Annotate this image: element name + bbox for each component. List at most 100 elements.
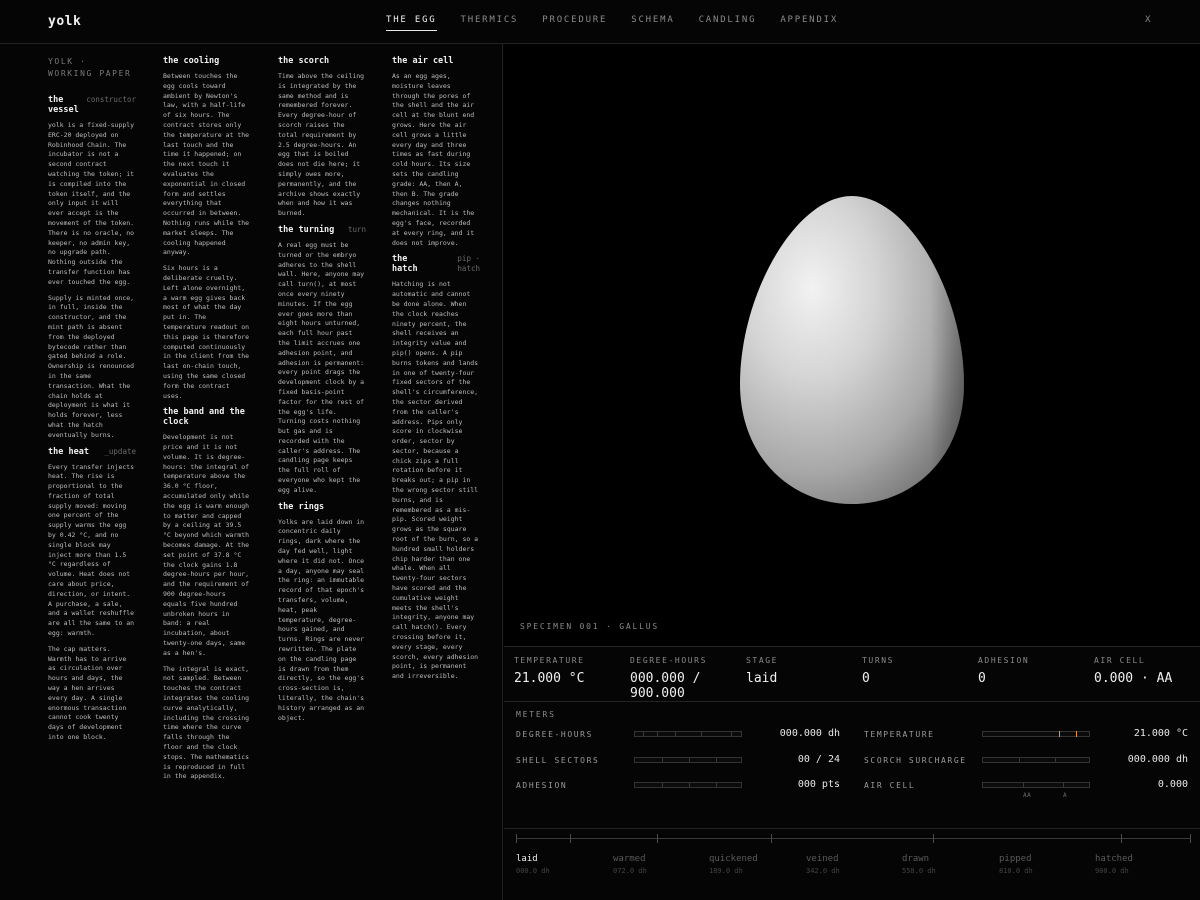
timeline-stage-warmed[interactable]: warmed 072.0 dh <box>613 853 647 877</box>
meter-label-air-cell: AIR CELL <box>864 781 916 790</box>
section-heat: the heat _update Every transfer injects h… <box>48 447 136 743</box>
paper-column-1: YOLK · WORKING PAPER the vessel construct… <box>48 56 136 749</box>
readout-value: 000.000 / 900.000 <box>630 671 701 701</box>
section-hatch: the hatch pip · hatch Hatching is not aut… <box>392 254 480 682</box>
section-band-and-clock: the band and the clock Development is no… <box>163 407 251 782</box>
readout-value: 0 <box>862 671 870 686</box>
close-button[interactable]: X <box>1145 15 1150 25</box>
section-title: the rings <box>278 501 325 512</box>
timeline-stage-threshold: 810.0 dh <box>999 867 1033 875</box>
paragraph: Between touches the egg cools toward amb… <box>163 72 250 257</box>
degree-hours-meter <box>634 731 742 737</box>
section-title: the air cell <box>392 56 454 66</box>
readout-label: TURNS <box>862 656 895 665</box>
section-tag: turn <box>347 224 366 234</box>
readout-stage: STAGE laid <box>746 656 862 686</box>
paragraph: The integral is exact, not sampled. Betw… <box>163 664 250 781</box>
timeline-stage-veined[interactable]: veined 342.0 dh <box>806 853 840 877</box>
egg-rim-shadow <box>740 196 964 504</box>
timeline-stage-drawn[interactable]: drawn 558.0 dh <box>902 853 936 877</box>
readout-label: TEMPERATURE <box>514 656 585 665</box>
timeline-stage-name: veined <box>806 854 839 864</box>
paragraph: Yolks are laid down in concentric daily … <box>278 517 365 722</box>
section-scorch: the scorch Time above the ceiling is int… <box>278 56 366 219</box>
paragraph: Hatching is not automatic and cannot be … <box>392 280 479 681</box>
temperature-meter <box>982 731 1090 737</box>
readout-value: 0.000 · AA <box>1094 671 1173 686</box>
stage-timeline: laid 000.0 dh warmed 072.0 dh quickened … <box>504 828 1200 900</box>
timeline-stage-threshold: 558.0 dh <box>902 867 936 875</box>
section-title: the hatch <box>392 254 418 275</box>
egg-stage: SPECIMEN 001 · GALLUS <box>504 44 1200 646</box>
paragraph: Time above the ceiling is integrated by … <box>278 72 365 218</box>
meters-panel: METERS DEGREE-HOURS 000.000 dh SHELL SEC… <box>504 702 1200 828</box>
meter-value-temperature: 21.000 °C <box>1133 728 1188 739</box>
meters-title: METERS <box>516 710 556 719</box>
meter-tick <box>662 783 663 787</box>
timeline-tick-drawn <box>933 834 934 843</box>
timeline-stage-name: drawn <box>902 854 930 864</box>
section-title: the vessel <box>48 95 79 115</box>
temperature-band-floor-marker <box>1059 731 1060 737</box>
timeline-stage-name: warmed <box>613 854 646 864</box>
nav-the-egg[interactable]: THE EGG <box>386 15 437 31</box>
specimen-label: SPECIMEN 001 · GALLUS <box>520 622 659 631</box>
section-rings: the rings Yolks are laid down in concent… <box>278 502 366 724</box>
section-title: the heat <box>48 446 89 457</box>
readout-degree-hours: DEGREE-HOURS 000.000 / 900.000 <box>630 656 746 701</box>
readout-air-cell: AIR CELL 0.000 · AA <box>1094 656 1200 686</box>
paragraph: As an egg ages, moisture leaves through … <box>392 72 475 247</box>
timeline-stage-threshold: 189.0 dh <box>709 867 743 875</box>
readout-value: laid <box>746 671 778 686</box>
paper-kicker: YOLK · WORKING PAPER <box>48 57 132 78</box>
section-vessel: the vessel constructor yolk is a fixed-su… <box>48 95 136 441</box>
meter-tick <box>701 732 702 736</box>
meter-label-shell-sectors: SHELL SECTORS <box>516 756 600 765</box>
section-turning: the turning turn A real egg must be turne… <box>278 225 366 496</box>
meter-tick <box>657 732 658 736</box>
meter-tick <box>716 758 717 762</box>
nav-appendix[interactable]: APPENDIX <box>780 15 838 31</box>
shell-sectors-meter <box>634 757 742 763</box>
readout-adhesion: ADHESION 0 <box>978 656 1094 686</box>
paragraph: A real egg must be turned or the embryo … <box>278 240 365 494</box>
timeline-stage-threshold: 072.0 dh <box>613 867 647 875</box>
brand-logo[interactable]: yolk <box>48 14 81 29</box>
readout-label: AIR CELL <box>1094 656 1146 665</box>
timeline-stage-hatched[interactable]: hatched 900.0 dh <box>1095 853 1133 877</box>
meter-tick <box>675 732 676 736</box>
egg-render[interactable] <box>740 194 964 506</box>
section-cooling: the cooling Between touches the egg cool… <box>163 56 251 401</box>
meter-tick <box>689 758 690 762</box>
meter-value-air-cell: 0.000 <box>1157 779 1188 790</box>
section-title: the cooling <box>163 56 220 66</box>
timeline-stage-quickened[interactable]: quickened 189.0 dh <box>709 853 758 877</box>
meter-tick <box>689 783 690 787</box>
meter-tick <box>1019 758 1020 762</box>
timeline-stage-name: pipped <box>999 854 1032 864</box>
nav-schema[interactable]: SCHEMA <box>631 15 674 31</box>
meter-label-temperature: TEMPERATURE <box>864 730 935 739</box>
grade-mark-a: A <box>1063 792 1068 799</box>
meter-label-degree-hours: DEGREE-HOURS <box>516 730 593 739</box>
paragraph: Six hours is a deliberate cruelty. Left … <box>163 264 250 400</box>
nav-procedure[interactable]: PROCEDURE <box>542 15 607 31</box>
timeline-stage-name: quickened <box>709 854 758 864</box>
timeline-stage-pipped[interactable]: pipped 810.0 dh <box>999 853 1033 877</box>
temperature-band-ceiling-marker <box>1076 731 1077 737</box>
section-tag: _update <box>104 446 136 456</box>
paragraph: Every transfer injects heat. The rise is… <box>48 462 135 638</box>
timeline-stage-threshold: 000.0 dh <box>516 867 550 875</box>
timeline-stage-laid[interactable]: laid 000.0 dh <box>516 853 550 877</box>
nav-candling[interactable]: CANDLING <box>699 15 757 31</box>
nav-thermics[interactable]: THERMICS <box>461 15 519 31</box>
meter-tick <box>1055 758 1056 762</box>
section-title: the scorch <box>278 56 330 66</box>
meter-tick <box>643 732 644 736</box>
meter-tick <box>662 758 663 762</box>
readout-label: ADHESION <box>978 656 1030 665</box>
meter-tick <box>1023 783 1024 787</box>
section-title: the turning <box>278 224 335 235</box>
timeline-tick-hatched <box>1190 834 1191 843</box>
readout-value: 0 <box>978 671 986 686</box>
